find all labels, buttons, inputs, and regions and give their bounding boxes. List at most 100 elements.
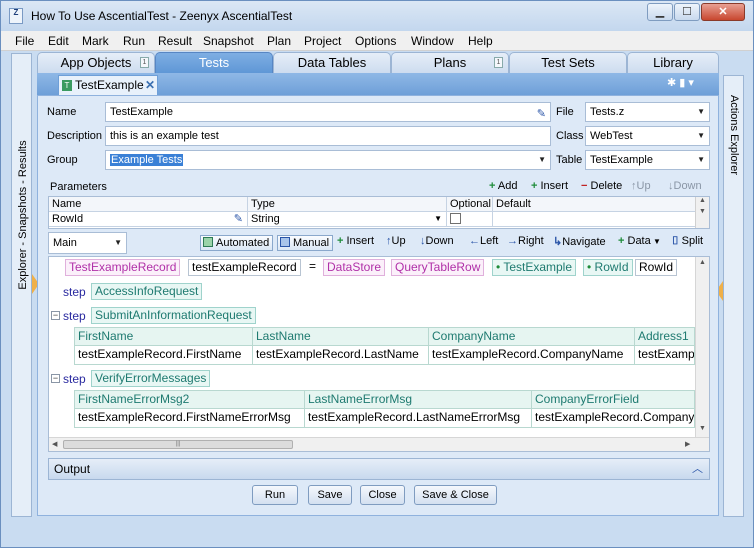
tab-library[interactable]: Library xyxy=(627,52,719,73)
file-select[interactable]: Tests.z ▼ xyxy=(585,102,710,122)
output-panel-header[interactable]: Output ︿ xyxy=(48,458,710,480)
chevron-down-icon[interactable]: ▼ xyxy=(697,103,705,121)
grid-cell[interactable]: testExampleRecord.LastName xyxy=(253,346,429,364)
step-editor[interactable]: TestExampleRecord testExampleRecord = Da… xyxy=(48,256,710,452)
column-header-optional[interactable]: Optional xyxy=(447,197,493,212)
collapse-icon[interactable]: − xyxy=(51,374,60,383)
collapse-icon[interactable]: − xyxy=(51,311,60,320)
scroll-right-arrow-icon[interactable]: ▶ xyxy=(685,440,690,448)
menu-file[interactable]: File xyxy=(15,34,34,48)
step-access-info-request[interactable]: AccessInfoRequest xyxy=(91,283,203,300)
menu-edit[interactable]: Edit xyxy=(48,34,69,48)
menu-snapshot[interactable]: Snapshot xyxy=(203,34,254,48)
horizontal-scrollbar[interactable]: ◀ ||| ▶ xyxy=(49,437,709,451)
scroll-down-arrow-icon[interactable]: ▼ xyxy=(696,208,709,215)
run-button[interactable]: Run xyxy=(252,485,298,505)
close-button[interactable]: Close xyxy=(360,485,405,505)
record-type-token[interactable]: TestExampleRecord xyxy=(65,259,181,276)
right-sidebar[interactable]: Actions Explorer xyxy=(723,75,744,517)
down-step-button[interactable]: ↓Down xyxy=(420,235,454,247)
parameter-type-cell[interactable]: String ▼ xyxy=(248,212,447,227)
tab-data-tables[interactable]: Data Tables xyxy=(273,52,391,73)
menu-options[interactable]: Options xyxy=(355,34,396,48)
move-up-parameter-button[interactable]: ↑Up xyxy=(631,180,651,192)
grid-cell[interactable]: testExampleRecord.CompanyName xyxy=(429,346,635,364)
step-verify-error-messages[interactable]: VerifyErrorMessages xyxy=(91,370,211,387)
automated-button[interactable]: Automated xyxy=(200,235,274,251)
document-tab[interactable]: T TestExample ✕ xyxy=(58,75,158,95)
minimize-button[interactable]: ▁ xyxy=(647,3,673,21)
left-sidebar[interactable]: Explorer - Snapshots - Results xyxy=(11,53,32,517)
grid-cell[interactable]: testExampleRecord.LastNameErrorMsg xyxy=(305,409,532,427)
parameters-scrollbar[interactable]: ▲ ▼ xyxy=(695,197,709,228)
description-field[interactable]: this is an example test xyxy=(105,126,551,146)
parameter-name-cell[interactable]: RowId ✎ xyxy=(49,212,248,227)
chevron-down-icon[interactable]: ▼ xyxy=(697,151,705,169)
menu-window[interactable]: Window xyxy=(411,34,454,48)
scroll-up-arrow-icon[interactable]: ▲ xyxy=(696,197,709,204)
chevron-down-icon[interactable]: ▼ xyxy=(538,151,546,169)
navigate-button[interactable]: ↳Navigate xyxy=(553,235,606,248)
table-select[interactable]: TestExample ▼ xyxy=(585,150,710,170)
grid-column-header[interactable]: CompanyErrorField xyxy=(532,391,694,409)
delete-parameter-button[interactable]: − Delete xyxy=(581,180,622,192)
scroll-down-arrow-icon[interactable]: ▼ xyxy=(699,425,706,432)
tab-plans[interactable]: Plans 1 xyxy=(391,52,509,73)
horizontal-scroll-thumb[interactable]: ||| xyxy=(63,440,293,449)
maximize-button[interactable]: ☐ xyxy=(674,3,700,21)
pencil-icon[interactable]: ✎ xyxy=(537,105,546,121)
column-header-type[interactable]: Type xyxy=(248,197,447,212)
right-sidebar-label[interactable]: Actions Explorer xyxy=(725,85,743,185)
menu-mark[interactable]: Mark xyxy=(82,34,109,48)
datastore-token[interactable]: DataStore xyxy=(323,259,386,276)
record-variable-token[interactable]: testExampleRecord xyxy=(188,259,301,276)
name-field[interactable]: TestExample ✎ xyxy=(105,102,551,122)
tab-app-objects[interactable]: App Objects 1 xyxy=(37,52,155,73)
group-select[interactable]: Example Tests ▼ xyxy=(105,150,551,170)
menu-result[interactable]: Result xyxy=(158,34,192,48)
manual-button[interactable]: Manual xyxy=(277,235,334,251)
grid-column-header[interactable]: Address1 xyxy=(635,328,694,346)
close-tab-icon[interactable]: ✕ xyxy=(145,76,155,94)
insert-step-button[interactable]: + Insert xyxy=(337,235,374,247)
grid-column-header[interactable]: CompanyName xyxy=(429,328,635,346)
pencil-icon[interactable]: ✎ xyxy=(234,212,243,226)
menu-project[interactable]: Project xyxy=(304,34,341,48)
scroll-left-arrow-icon[interactable]: ◀ xyxy=(52,440,57,448)
rowid-argument-token[interactable]: • RowId xyxy=(583,259,633,276)
grid-column-header[interactable]: LastName xyxy=(253,328,429,346)
data-menu-button[interactable]: + Data ▼ xyxy=(618,235,661,247)
query-table-row-token[interactable]: QueryTableRow xyxy=(391,259,485,276)
chevron-up-icon[interactable]: ︿ xyxy=(692,459,703,479)
grid-column-header[interactable]: FirstNameErrorMsg2 xyxy=(75,391,305,409)
grid-cell[interactable]: testExampleRecord.Address1 xyxy=(635,346,694,364)
menu-plan[interactable]: Plan xyxy=(267,34,291,48)
rowid-value-token[interactable]: RowId xyxy=(635,259,678,276)
split-button[interactable]: ⌷ Split xyxy=(672,235,703,248)
add-parameter-button[interactable]: + Add xyxy=(489,180,517,192)
scroll-up-arrow-icon[interactable]: ▲ xyxy=(699,259,706,266)
menu-run[interactable]: Run xyxy=(123,34,145,48)
grid-cell[interactable]: testExampleRecord.CompanyErrorField xyxy=(532,409,694,427)
left-sidebar-label[interactable]: Explorer - Snapshots - Results xyxy=(14,110,32,320)
column-header-name[interactable]: Name xyxy=(49,197,248,212)
grid-cell[interactable]: testExampleRecord.FirstName xyxy=(75,346,253,364)
class-select[interactable]: WebTest ▼ xyxy=(585,126,710,146)
grid-column-header[interactable]: FirstName xyxy=(75,328,253,346)
document-tools[interactable]: ✱ ▮ ▾ xyxy=(667,76,694,89)
chevron-down-icon[interactable]: ▼ xyxy=(434,212,442,226)
right-step-button[interactable]: →Right xyxy=(507,235,544,247)
grid-column-header[interactable]: LastNameErrorMsg xyxy=(305,391,532,409)
tab-test-sets[interactable]: Test Sets xyxy=(509,52,627,73)
menu-help[interactable]: Help xyxy=(468,34,493,48)
vertical-scrollbar[interactable]: ▲ ▼ xyxy=(695,257,709,437)
close-window-button[interactable]: ✕ xyxy=(701,3,745,21)
column-header-default[interactable]: Default xyxy=(493,197,697,212)
title-bar[interactable]: Z How To Use AscentialTest - Zeenyx Asce… xyxy=(1,1,753,31)
table-argument-token[interactable]: • TestExample xyxy=(492,259,577,276)
up-step-button[interactable]: ↑Up xyxy=(386,235,406,247)
optional-checkbox[interactable] xyxy=(450,213,461,224)
grid-cell[interactable]: testExampleRecord.FirstNameErrorMsg xyxy=(75,409,305,427)
move-down-parameter-button[interactable]: ↓Down xyxy=(668,180,702,192)
parameter-default-cell[interactable] xyxy=(493,212,697,227)
